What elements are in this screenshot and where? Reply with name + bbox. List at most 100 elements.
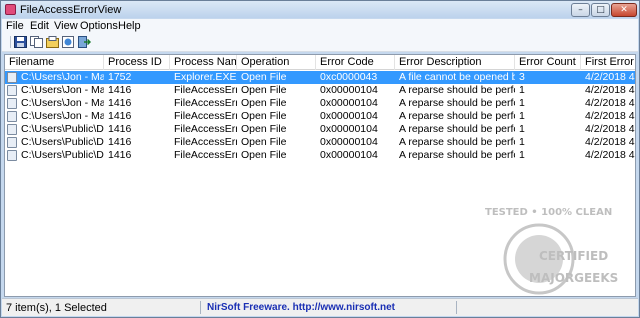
table-row[interactable]: C:\Users\Jon - Major... 1752 Explorer.EXE O… xyxy=(5,71,635,84)
cell-error-description: A reparse should be performe... xyxy=(399,149,515,161)
cell-error-description: A file cannot be opened beca... xyxy=(399,71,515,83)
menu-file[interactable]: File xyxy=(6,20,24,32)
cell-process-id: 1416 xyxy=(108,136,132,148)
cell-process-id: 1416 xyxy=(108,149,132,161)
minimize-button[interactable]: – xyxy=(571,3,590,17)
cell-process-id: 1416 xyxy=(108,110,132,122)
column-process-id[interactable]: Process ID xyxy=(104,55,170,70)
cell-process-name: FileAccessError... xyxy=(174,110,237,122)
watermark-certified: CERTIFIED xyxy=(539,249,609,263)
list-header: Filename Process ID Process Name Operati… xyxy=(5,55,635,70)
cell-process-name: FileAccessError... xyxy=(174,123,237,135)
cell-filename: C:\Users\Public\Doc... xyxy=(21,149,104,161)
status-item-count: 7 item(s), 1 Selected xyxy=(6,302,107,314)
column-error-count[interactable]: Error Count xyxy=(515,55,581,70)
cell-operation: Open File xyxy=(241,71,287,83)
cell-process-id: 1416 xyxy=(108,123,132,135)
cell-first-error-time: 4/2/2018 4:17:3 xyxy=(585,149,635,161)
column-error-code[interactable]: Error Code xyxy=(316,55,395,70)
cell-error-count: 1 xyxy=(519,110,525,122)
maximize-button[interactable]: □ xyxy=(591,3,610,17)
cell-error-code: 0xc0000043 xyxy=(320,71,378,83)
cell-first-error-time: 4/2/2018 4:17:3 xyxy=(585,123,635,135)
cell-error-description: A reparse should be performe... xyxy=(399,110,515,122)
close-button[interactable]: ✕ xyxy=(611,3,637,17)
cell-error-code: 0x00000104 xyxy=(320,110,378,122)
status-divider xyxy=(200,301,201,314)
app-icon[interactable] xyxy=(5,4,16,15)
cell-filename: C:\Users\Public\Doc... xyxy=(21,136,104,148)
exit-icon[interactable] xyxy=(78,36,92,48)
save-icon[interactable] xyxy=(14,36,27,48)
cell-process-id: 1416 xyxy=(108,84,132,96)
title-bar[interactable]: FileAccessErrorView – □ ✕ xyxy=(1,1,639,18)
cell-process-name: FileAccessError... xyxy=(174,149,237,161)
cell-process-name: FileAccessError... xyxy=(174,136,237,148)
cell-error-count: 1 xyxy=(519,149,525,161)
cell-first-error-time: 4/2/2018 4:17:3 xyxy=(585,84,635,96)
cell-error-count: 1 xyxy=(519,136,525,148)
table-row[interactable]: C:\Users\Jon - Major... 1416 FileAccessErr… xyxy=(5,84,635,97)
watermark: TESTED • 100% CLEAN CERTIFIED MAJORGEEKS xyxy=(477,197,637,297)
cell-error-code: 0x00000104 xyxy=(320,123,378,135)
cell-first-error-time: 4/2/2018 4:17:3 xyxy=(585,110,635,122)
cell-error-count: 3 xyxy=(519,71,525,83)
column-process-name[interactable]: Process Name xyxy=(170,55,237,70)
status-bar: 7 item(s), 1 Selected NirSoft Freeware. … xyxy=(2,298,638,316)
cell-error-description: A reparse should be performe... xyxy=(399,84,515,96)
status-divider xyxy=(456,301,457,314)
watermark-majorgeeks: MAJORGEEKS xyxy=(529,271,619,285)
cell-first-error-time: 4/2/2018 4:17:2 xyxy=(585,71,635,83)
menu-view[interactable]: View xyxy=(54,20,78,32)
table-row[interactable]: C:\Users\Jon - Major... 1416 FileAccessErr… xyxy=(5,110,635,123)
cell-operation: Open File xyxy=(241,123,287,135)
cell-process-id: 1416 xyxy=(108,97,132,109)
cell-process-name: Explorer.EXE xyxy=(174,71,237,83)
cell-filename: C:\Users\Jon - Major... xyxy=(21,97,104,109)
cell-filename: C:\Users\Jon - Major... xyxy=(21,110,104,122)
cell-filename: C:\Users\Jon - Major... xyxy=(21,84,104,96)
cell-process-id: 1752 xyxy=(108,71,132,83)
cell-first-error-time: 4/2/2018 4:17:3 xyxy=(585,97,635,109)
column-error-description[interactable]: Error Description xyxy=(395,55,515,70)
toolbar xyxy=(2,33,638,52)
table-row[interactable]: C:\Users\Public\Doc... 1416 FileAccessErro… xyxy=(5,149,635,162)
cell-error-count: 1 xyxy=(519,84,525,96)
properties-icon[interactable] xyxy=(46,36,59,48)
cell-filename: C:\Users\Jon - Major... xyxy=(21,71,104,83)
cell-first-error-time: 4/2/2018 4:17:3 xyxy=(585,136,635,148)
toolbar-separator xyxy=(10,36,11,48)
watermark-tested: TESTED • 100% CLEAN xyxy=(485,207,613,218)
cell-error-description: A reparse should be performe... xyxy=(399,123,515,135)
column-first-error-time[interactable]: First Error Time xyxy=(581,55,635,70)
cell-operation: Open File xyxy=(241,136,287,148)
table-row[interactable]: C:\Users\Public\Doc... 1416 FileAccessErro… xyxy=(5,136,635,149)
cell-error-code: 0x00000104 xyxy=(320,149,378,161)
cell-process-name: FileAccessError... xyxy=(174,97,237,109)
cell-process-name: FileAccessError... xyxy=(174,84,237,96)
cell-operation: Open File xyxy=(241,84,287,96)
table-row[interactable]: C:\Users\Public\Doc... 1416 FileAccessErro… xyxy=(5,123,635,136)
nirsoft-link[interactable]: NirSoft Freeware. http://www.nirsoft.net xyxy=(207,302,395,313)
cell-operation: Open File xyxy=(241,110,287,122)
menu-help[interactable]: Help xyxy=(118,20,141,32)
cell-error-code: 0x00000104 xyxy=(320,97,378,109)
html-report-icon[interactable] xyxy=(62,36,75,48)
cell-error-code: 0x00000104 xyxy=(320,136,378,148)
window-title: FileAccessErrorView xyxy=(20,4,122,16)
menu-options[interactable]: Options xyxy=(80,20,118,32)
menu-edit[interactable]: Edit xyxy=(30,20,49,32)
cell-operation: Open File xyxy=(241,149,287,161)
copy-icon[interactable] xyxy=(30,36,43,48)
cell-filename: C:\Users\Public\Doc... xyxy=(21,123,104,135)
app-window: FileAccessErrorView – □ ✕ File Edit View… xyxy=(0,0,640,318)
cell-error-description: A reparse should be performe... xyxy=(399,136,515,148)
menu-bar: File Edit View Options Help xyxy=(2,19,638,33)
cell-error-count: 1 xyxy=(519,123,525,135)
column-filename[interactable]: Filename xyxy=(5,55,104,70)
cell-error-code: 0x00000104 xyxy=(320,84,378,96)
cell-error-count: 1 xyxy=(519,97,525,109)
column-operation[interactable]: Operation xyxy=(237,55,316,70)
table-row[interactable]: C:\Users\Jon - Major... 1416 FileAccessErr… xyxy=(5,97,635,110)
cell-operation: Open File xyxy=(241,97,287,109)
